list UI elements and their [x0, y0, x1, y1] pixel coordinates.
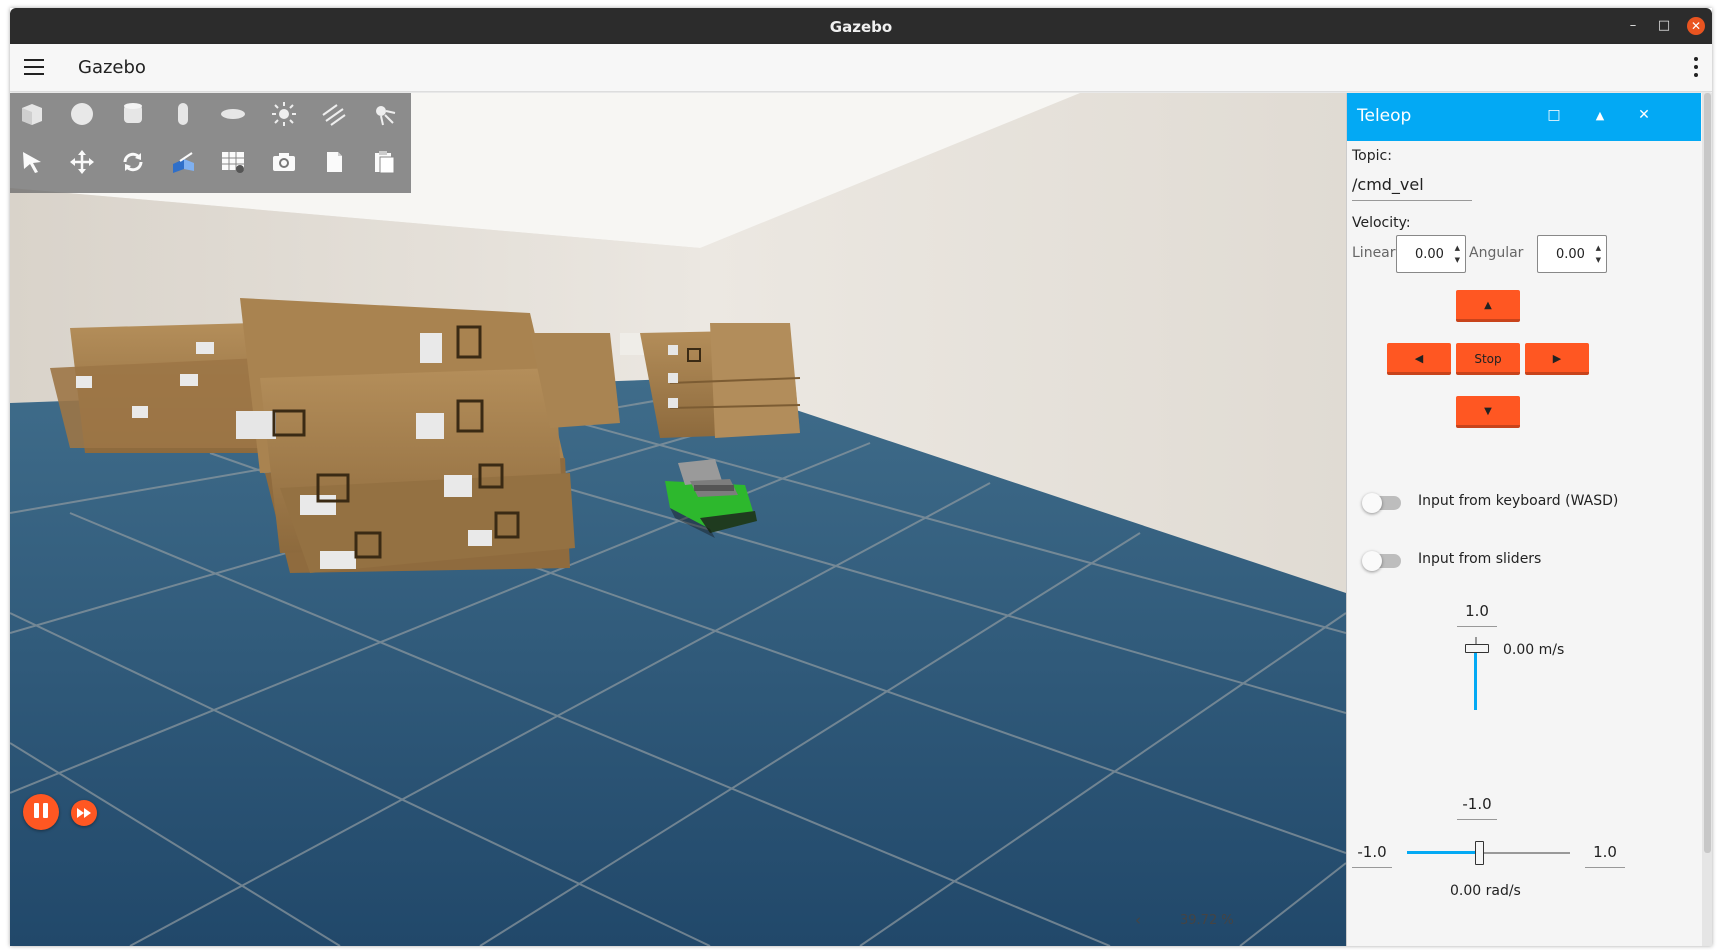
capsule-shape-icon[interactable] — [168, 99, 198, 129]
paste-icon[interactable] — [369, 147, 399, 177]
rtf-expand-arrow[interactable]: ‹ — [1135, 911, 1141, 929]
stop-button[interactable]: Stop — [1456, 343, 1520, 375]
linear-max-field[interactable]: 1.0 — [1457, 602, 1497, 627]
linear-spinbox[interactable]: 0.00 ▲ ▼ — [1396, 235, 1466, 273]
directional-light-icon[interactable] — [319, 99, 349, 129]
pause-button[interactable] — [23, 794, 59, 830]
angular-slider-handle[interactable] — [1475, 841, 1484, 865]
select-icon[interactable] — [17, 147, 47, 177]
keyboard-input-label: Input from keyboard (WASD) — [1418, 493, 1619, 509]
point-light-icon[interactable] — [269, 99, 299, 129]
panel-scrollbar[interactable] — [1702, 93, 1712, 946]
kebab-menu-icon[interactable] — [1694, 57, 1700, 77]
linear-label: Linear — [1352, 245, 1396, 261]
forward-button[interactable]: ▲ — [1456, 290, 1520, 322]
spot-light-icon[interactable] — [369, 99, 399, 129]
velocity-label: Velocity: — [1352, 215, 1411, 231]
window-title: Gazebo — [829, 18, 893, 36]
close-button[interactable]: ✕ — [1687, 17, 1705, 35]
window-titlebar[interactable]: Gazebo – □ ✕ — [10, 8, 1712, 44]
teleop-header: Teleop □ ▲ ✕ — [1347, 93, 1701, 141]
real-time-factor: 39.72 % — [1180, 913, 1234, 928]
topic-label: Topic: — [1352, 148, 1392, 164]
spin-arrows-icon[interactable]: ▲ ▼ — [1596, 242, 1601, 266]
linear-slider-handle[interactable] — [1465, 644, 1489, 653]
gazebo-window: Gazebo – □ ✕ Gazebo ‹ 39.72 % Teleop □ ▲… — [10, 8, 1712, 946]
hamburger-menu-icon[interactable] — [24, 59, 44, 75]
angular-slider-track[interactable] — [1480, 852, 1570, 854]
angular-min-field[interactable]: -1.0 — [1352, 843, 1392, 868]
panel-close-button[interactable]: ✕ — [1634, 107, 1654, 123]
cylinder-shape-icon[interactable] — [118, 99, 148, 129]
copy-icon[interactable] — [319, 147, 349, 177]
teleop-panel: Teleop □ ▲ ✕ Topic: /cmd_vel Velocity: L… — [1346, 93, 1712, 946]
box-shape-icon[interactable] — [17, 99, 47, 129]
screenshot-camera-icon[interactable] — [269, 147, 299, 177]
app-bar: Gazebo — [10, 44, 1712, 92]
panel-float-button[interactable]: □ — [1544, 107, 1564, 123]
ellipsoid-shape-icon[interactable] — [218, 99, 248, 129]
maximize-button[interactable]: □ — [1655, 17, 1673, 35]
angular-label: Angular — [1469, 245, 1524, 261]
step-forward-button[interactable] — [71, 800, 97, 826]
topic-input[interactable]: /cmd_vel — [1352, 175, 1472, 201]
angular-value: 0.00 — [1556, 247, 1585, 262]
angular-slider-fill — [1407, 851, 1480, 854]
teleop-title: Teleop — [1357, 106, 1412, 126]
grid-snap-icon[interactable] — [218, 147, 248, 177]
sphere-shape-icon[interactable] — [67, 99, 97, 129]
angular-spinbox[interactable]: 0.00 ▲ ▼ — [1537, 235, 1607, 273]
fast-forward-icon — [77, 808, 91, 818]
left-button[interactable]: ◀ — [1387, 343, 1451, 375]
right-button[interactable]: ▶ — [1525, 343, 1589, 375]
spin-arrows-icon[interactable]: ▲ ▼ — [1455, 242, 1460, 266]
rotate-icon[interactable] — [118, 147, 148, 177]
app-title: Gazebo — [78, 57, 146, 78]
linear-readout: 0.00 m/s — [1503, 642, 1565, 658]
scrollbar-thumb[interactable] — [1704, 93, 1711, 853]
sliders-input-toggle[interactable] — [1362, 551, 1401, 571]
linear-slider-fill — [1474, 650, 1477, 710]
linear-min-field[interactable]: -1.0 — [1457, 795, 1497, 820]
pause-icon — [32, 802, 50, 822]
sliders-input-label: Input from sliders — [1418, 551, 1542, 567]
minimize-button[interactable]: – — [1624, 17, 1642, 35]
angular-max-field[interactable]: 1.0 — [1585, 843, 1625, 868]
scale-icon[interactable] — [168, 147, 198, 177]
panel-collapse-button[interactable]: ▲ — [1590, 109, 1610, 122]
scene-3d-viewport[interactable] — [10, 93, 1346, 946]
keyboard-input-toggle[interactable] — [1362, 493, 1401, 513]
angular-readout: 0.00 rad/s — [1450, 883, 1521, 899]
translate-icon[interactable] — [67, 147, 97, 177]
backward-button[interactable]: ▼ — [1456, 396, 1520, 428]
linear-value: 0.00 — [1415, 247, 1444, 262]
scene-toolbar — [10, 93, 411, 193]
